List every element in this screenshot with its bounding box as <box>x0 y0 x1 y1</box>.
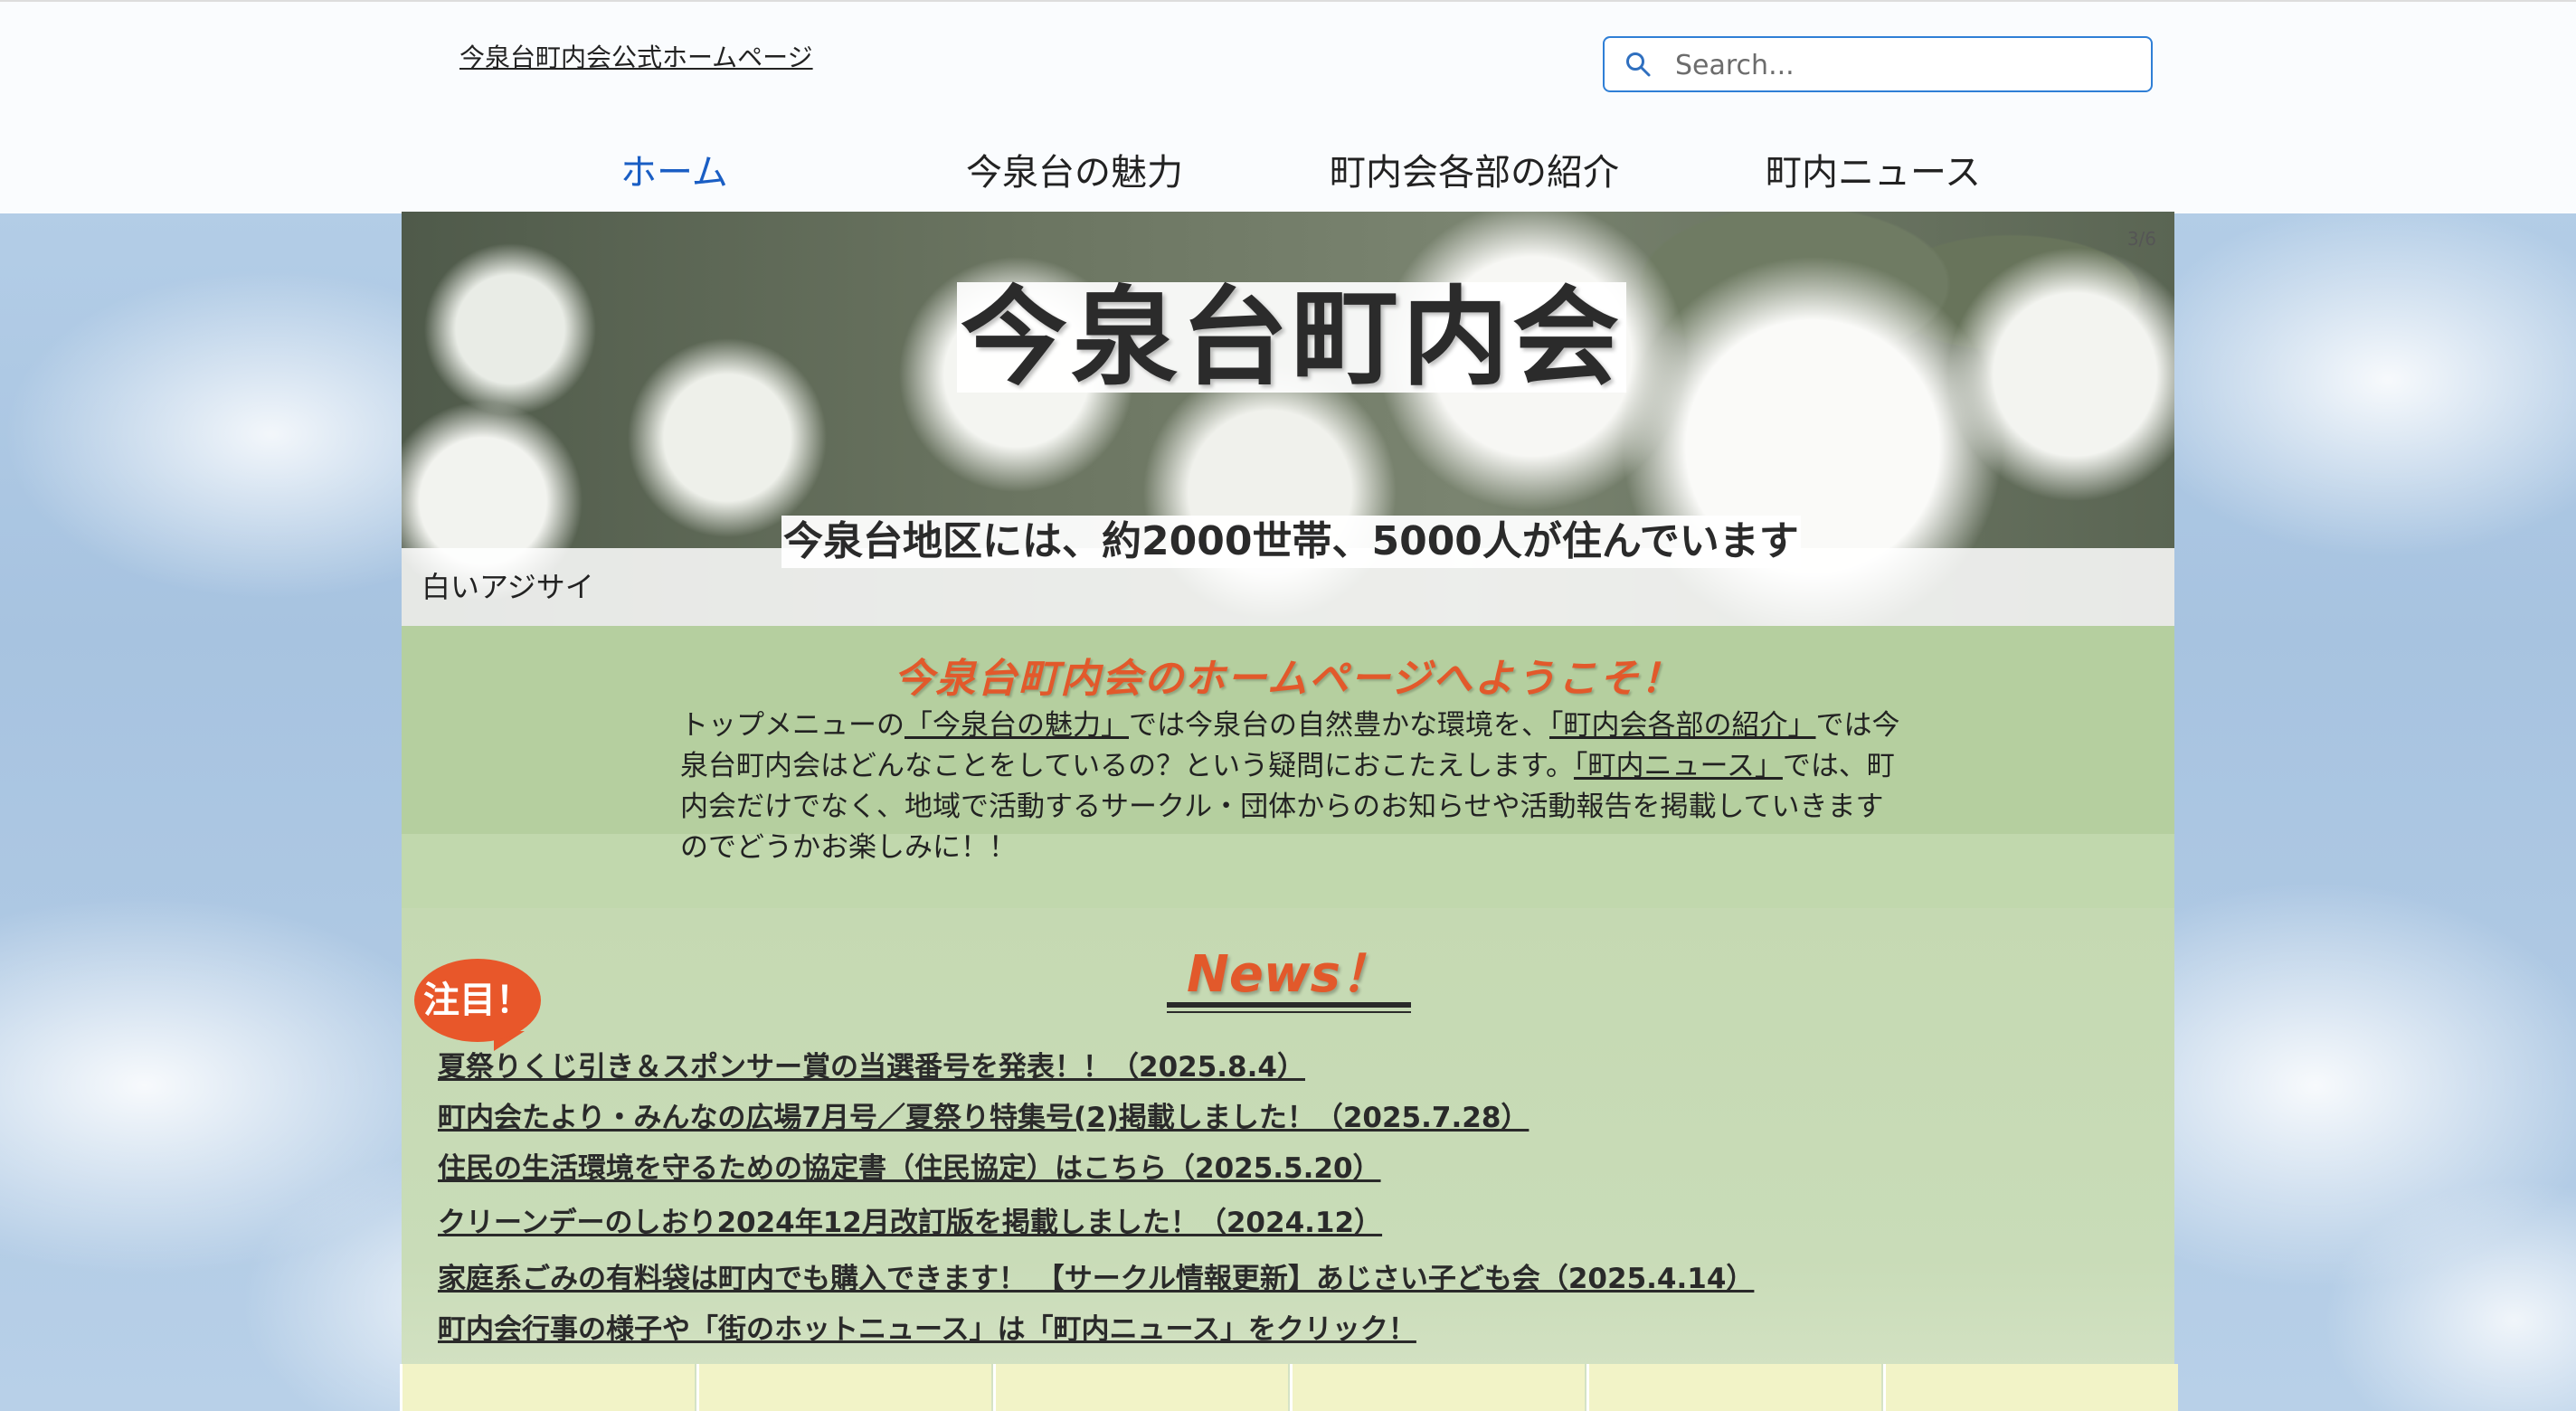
welcome-title: 今泉台町内会のホームページへようこそ！ <box>894 656 1682 702</box>
welcome-section: 今泉台町内会のホームページへようこそ！ トップメニューの「今泉台の魅力」では今泉… <box>402 626 2174 908</box>
welcome-body: トップメニューの「今泉台の魅力」では今泉台の自然豊かな環境を、「町内会各部の紹介… <box>680 706 1910 868</box>
site-title-link[interactable]: 今泉台町内会公式ホームページ <box>459 38 813 74</box>
welcome-text-1: トップメニューの <box>680 709 904 742</box>
news-item[interactable]: 家庭系ごみの有料袋は町内でも購入できます！ 【サークル情報更新】あじさい子ども会… <box>438 1255 1754 1296</box>
nav-item-news[interactable]: 町内ニュース <box>1766 143 1981 195</box>
tile[interactable] <box>993 1364 1288 1411</box>
hero-title: 今泉台町内会 <box>957 282 1627 393</box>
site-header: 今泉台町内会公式ホームページ ホーム 今泉台の魅力 町内会各部の紹介 町内ニュー… <box>0 0 2576 213</box>
slide-counter: 3/6 <box>2126 228 2156 250</box>
hero-caption: 白いアジサイ <box>421 570 594 604</box>
search-box[interactable] <box>1603 36 2153 92</box>
news-section: News！ 注目！ 夏祭りくじ引き＆スポンサー賞の当選番号を発表！！（2025.… <box>402 908 2174 1411</box>
bottom-tiles <box>400 1364 2178 1411</box>
tile[interactable] <box>1586 1364 1881 1411</box>
hero-subtitle: 今泉台地区には、約2000世帯、5000人が住んでいます <box>781 516 1801 568</box>
welcome-text-2: では今泉台の自然豊かな環境を、 <box>1129 709 1549 742</box>
news-title: News！ <box>1187 945 1391 1004</box>
tile[interactable] <box>1883 1364 2178 1411</box>
news-underline-thin <box>1167 1011 1411 1013</box>
nav-item-home[interactable]: ホーム <box>620 143 728 195</box>
news-item[interactable]: クリーンデーのしおり2024年12月改訂版を掲載しました！（2024.12） <box>438 1199 1382 1240</box>
attention-badge: 注目！ <box>414 959 541 1042</box>
main-nav: ホーム 今泉台の魅力 町内会各部の紹介 町内ニュース <box>0 137 2576 201</box>
news-item[interactable]: 町内会たより・みんなの広場7月号／夏祭り特集号(2)掲載しました！（2025.7… <box>438 1094 1529 1135</box>
tile[interactable] <box>400 1364 695 1411</box>
tile[interactable] <box>696 1364 991 1411</box>
hero-slideshow[interactable]: 3/6 今泉台町内会 今泉台地区には、約2000世帯、5000人が住んでいます … <box>402 212 2174 626</box>
link-departments[interactable]: 「町内会各部の紹介」 <box>1549 709 1816 742</box>
link-charm[interactable]: 「今泉台の魅力」 <box>904 709 1129 742</box>
nav-item-charm[interactable]: 今泉台の魅力 <box>966 143 1183 195</box>
news-item[interactable]: 夏祭りくじ引き＆スポンサー賞の当選番号を発表！！（2025.8.4） <box>438 1044 1305 1084</box>
link-news[interactable]: 「町内ニュース」 <box>1574 750 1783 782</box>
nav-item-departments[interactable]: 町内会各部の紹介 <box>1330 143 1619 195</box>
search-icon <box>1626 52 1651 77</box>
news-item[interactable]: 町内会行事の様子や「街のホットニュース」は「町内ニュース」をクリック！ <box>438 1306 1416 1347</box>
search-input[interactable] <box>1673 45 2129 85</box>
tile[interactable] <box>1290 1364 1585 1411</box>
main-column: 3/6 今泉台町内会 今泉台地区には、約2000世帯、5000人が住んでいます … <box>400 212 2178 1411</box>
news-underline <box>1167 1002 1411 1008</box>
news-item[interactable]: 住民の生活環境を守るための協定書（住民協定）はこちら（2025.5.20） <box>438 1145 1381 1186</box>
